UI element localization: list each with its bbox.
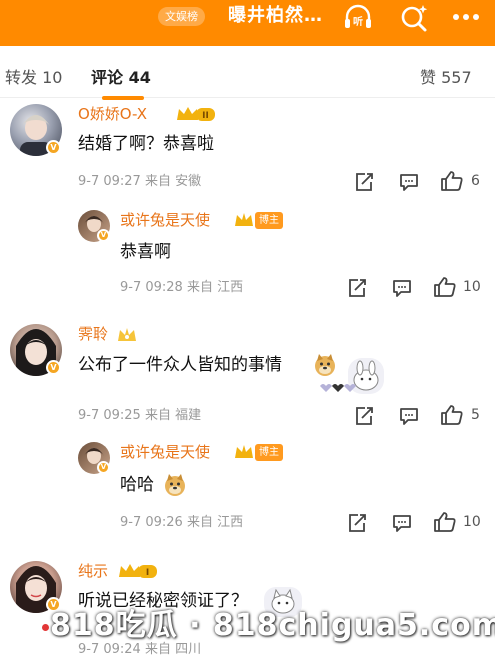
share-icon[interactable] bbox=[353, 171, 379, 193]
member-crown-badge: II bbox=[176, 105, 216, 123]
verified-badge: V bbox=[46, 360, 61, 375]
member-crown-badge: I bbox=[118, 562, 158, 580]
like-count: 10 bbox=[463, 514, 481, 530]
reply-author-name[interactable]: 或许兔是天使 bbox=[120, 442, 210, 462]
verified-badge: V bbox=[46, 140, 61, 155]
like-icon[interactable] bbox=[433, 276, 459, 298]
comment-item: V O娇娇O-X II 结婚了啊？恭喜啦 9-7 09:27 来自 安徽 6 V… bbox=[0, 98, 495, 308]
member-level: II bbox=[202, 111, 209, 121]
commenter-name[interactable]: O娇娇O-X bbox=[78, 104, 147, 124]
tab-reposts[interactable]: 转发 10 bbox=[5, 64, 62, 88]
share-icon[interactable] bbox=[353, 405, 379, 427]
top-bar: 文娱榜 曝井柏然… 听 bbox=[0, 0, 495, 46]
comment-item: V 霁聆 公布了一件众人皆知的事情 9-7 09:25 来自 福建 5 V 或许… bbox=[0, 318, 495, 548]
like-icon[interactable] bbox=[440, 404, 466, 426]
watermark-text: 818吃瓜 · 818chigua5.com bbox=[50, 608, 495, 643]
member-crown-icon bbox=[234, 211, 254, 229]
more-icon[interactable] bbox=[450, 3, 482, 33]
comment-text: 结婚了啊？恭喜啦 bbox=[78, 134, 214, 154]
like-icon[interactable] bbox=[433, 511, 459, 533]
like-count: 10 bbox=[463, 279, 481, 295]
listen-icon[interactable]: 听 bbox=[342, 3, 374, 33]
commenter-name[interactable]: 纯示 bbox=[78, 561, 108, 581]
share-icon[interactable] bbox=[346, 512, 372, 534]
tab-bar: 转发 10 评论 44 赞 557 bbox=[0, 46, 495, 100]
like-count: 6 bbox=[471, 173, 480, 189]
verified-badge: V bbox=[97, 229, 110, 242]
member-crown-icon bbox=[234, 443, 254, 461]
member-level: I bbox=[146, 568, 149, 578]
page-title: 曝井柏然… bbox=[228, 5, 323, 26]
search-sparkle-icon[interactable] bbox=[398, 3, 430, 33]
svg-text:听: 听 bbox=[353, 15, 363, 28]
like-count: 5 bbox=[471, 407, 480, 423]
member-crown-icon bbox=[117, 326, 137, 344]
reply-meta: 9-7 09:26 来自 江西 bbox=[120, 515, 244, 530]
reply-icon[interactable] bbox=[391, 277, 417, 299]
doge-emoji-icon bbox=[163, 473, 187, 497]
commenter-name[interactable]: 霁聆 bbox=[78, 324, 108, 344]
reply-author-name[interactable]: 或许兔是天使 bbox=[120, 210, 210, 230]
reply-text: 哈哈 bbox=[120, 475, 154, 495]
reply-icon[interactable] bbox=[398, 405, 424, 427]
tab-comments[interactable]: 评论 44 bbox=[91, 64, 151, 88]
comment-meta: 9-7 09:25 来自 福建 bbox=[78, 408, 202, 423]
reply-meta: 9-7 09:28 来自 江西 bbox=[120, 280, 244, 295]
author-badge: 博主 bbox=[255, 444, 283, 461]
share-icon[interactable] bbox=[346, 277, 372, 299]
ranking-tag[interactable]: 文娱榜 bbox=[158, 7, 205, 26]
like-icon[interactable] bbox=[440, 170, 466, 192]
tab-likes[interactable]: 赞 557 bbox=[420, 64, 472, 88]
reply-text: 恭喜啊 bbox=[120, 242, 171, 262]
comment-text: 公布了一件众人皆知的事情 bbox=[78, 355, 282, 375]
comment-meta: 9-7 09:27 来自 安徽 bbox=[78, 174, 202, 189]
watermark-dot bbox=[42, 624, 49, 631]
reply-icon[interactable] bbox=[398, 171, 424, 193]
author-badge: 博主 bbox=[255, 212, 283, 229]
bunny-sticker-icon bbox=[314, 356, 386, 398]
verified-badge: V bbox=[97, 461, 110, 474]
reply-icon[interactable] bbox=[391, 512, 417, 534]
